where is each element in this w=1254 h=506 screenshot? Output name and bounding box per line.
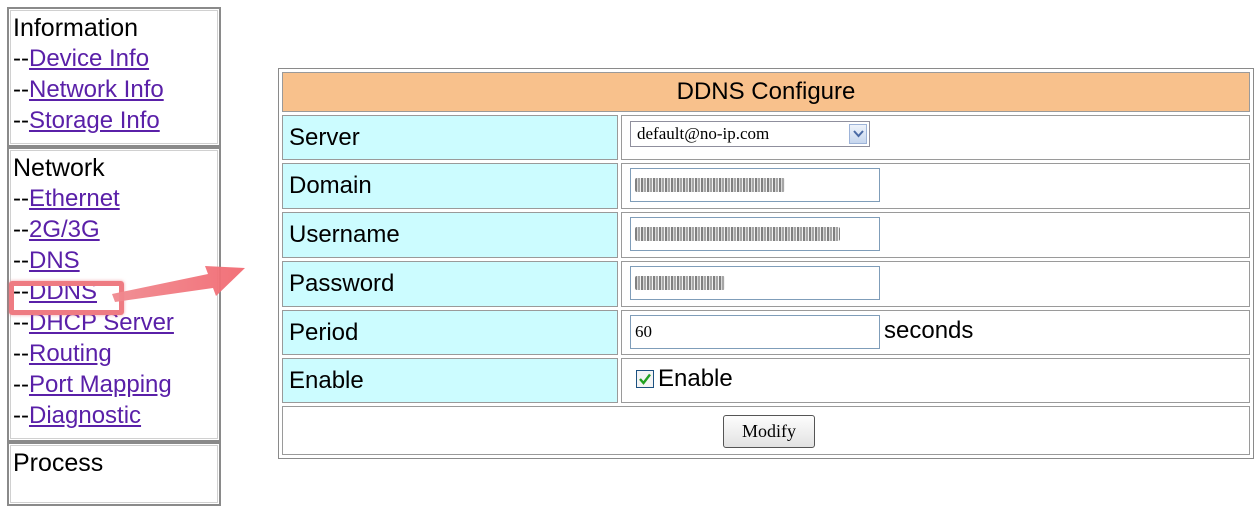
enable-value-cell: Enable [621,358,1250,403]
sidebar-section-information: Information --Device Info --Network Info… [7,7,221,147]
password-value-cell [621,261,1250,307]
password-obscured-text [635,276,725,290]
sidebar-item-routing[interactable]: --Routing [9,338,219,369]
link-routing[interactable]: Routing [29,340,112,367]
ddns-highlight-annotation [9,281,124,315]
link-2g3g[interactable]: 2G/3G [29,216,100,243]
link-dns[interactable]: DNS [29,247,80,274]
period-input[interactable]: 60 [630,315,880,349]
username-value-cell [621,212,1250,258]
chevron-down-icon[interactable] [849,124,867,144]
sidebar-item-port-mapping[interactable]: --Port Mapping [9,369,219,400]
link-storage-info[interactable]: Storage Info [29,107,160,134]
sidebar-item-ethernet[interactable]: --Ethernet [9,183,219,214]
domain-value-cell [621,163,1250,209]
link-diagnostic[interactable]: Diagnostic [29,402,141,429]
server-value-cell: default@no-ip.com [621,115,1250,160]
link-port-mapping[interactable]: Port Mapping [29,371,172,398]
enable-checkbox[interactable] [636,370,654,388]
link-network-info[interactable]: Network Info [29,76,164,103]
sidebar-nav: Information --Device Info --Network Info… [7,7,221,506]
period-value-cell: 60 seconds [621,310,1250,355]
server-select[interactable]: default@no-ip.com [630,121,870,147]
arrow-right-annotation [112,266,245,302]
link-ethernet[interactable]: Ethernet [29,185,120,212]
section-title-network: Network [13,154,105,182]
button-row: Modify [282,406,1250,455]
sidebar-item-2g3g[interactable]: --2G/3G [9,214,219,245]
enable-label: Enable [282,358,618,403]
sidebar-item-diagnostic[interactable]: --Diagnostic [9,400,219,431]
username-label: Username [282,212,618,258]
modify-button[interactable]: Modify [723,415,815,448]
sidebar-item-storage-info[interactable]: --Storage Info [9,105,219,136]
domain-input[interactable] [630,168,880,202]
enable-checkbox-label[interactable]: Enable [658,365,733,393]
link-device-info[interactable]: Device Info [29,45,149,72]
sidebar-item-device-info[interactable]: --Device Info [9,43,219,74]
sidebar-section-process: Process [7,442,221,506]
password-input[interactable] [630,266,880,300]
username-obscured-text [635,227,840,241]
section-title-process: Process [13,449,104,477]
server-select-value: default@no-ip.com [637,124,770,143]
checkmark-icon [639,373,651,385]
domain-label: Domain [282,163,618,209]
ddns-config-table: DDNS Configure Server default@no-ip.com … [278,68,1254,459]
domain-obscured-text [635,178,785,192]
period-unit: seconds [884,317,974,344]
username-input[interactable] [630,217,880,251]
password-label: Password [282,261,618,307]
period-label: Period [282,310,618,355]
section-title-information: Information [13,14,139,42]
table-header: DDNS Configure [282,72,1250,112]
sidebar-item-network-info[interactable]: --Network Info [9,74,219,105]
server-label: Server [282,115,618,160]
